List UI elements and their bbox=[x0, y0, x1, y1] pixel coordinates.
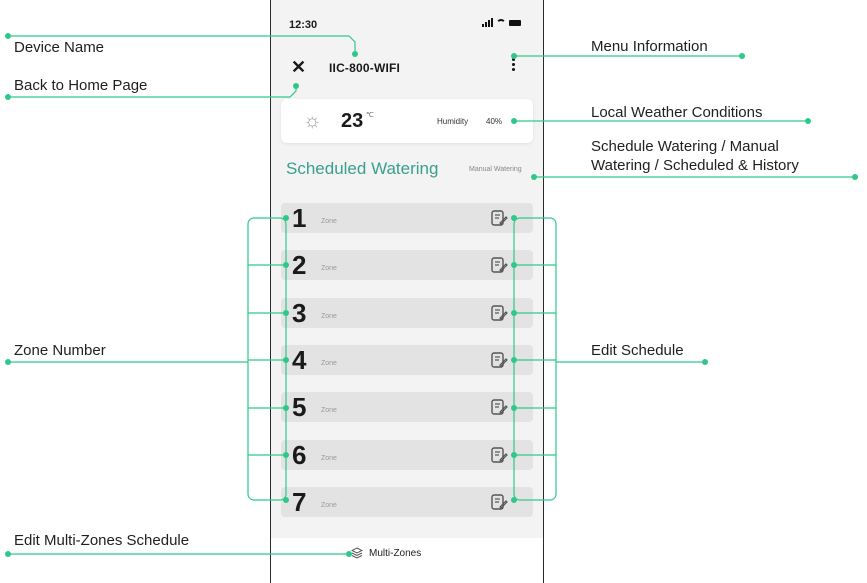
callout-zone-number: Zone Number bbox=[14, 342, 106, 359]
callout-tabs-line1: Schedule Watering / Manual bbox=[591, 138, 779, 155]
callout-weather: Local Weather Conditions bbox=[591, 104, 763, 121]
callout-tabs-line2: Watering / Scheduled & History bbox=[591, 157, 799, 174]
callout-edit-schedule: Edit Schedule bbox=[591, 342, 684, 359]
callout-multi-zone: Edit Multi-Zones Schedule bbox=[14, 532, 190, 549]
callout-device-name: Device Name bbox=[14, 39, 105, 56]
callout-back-home: Back to Home Page bbox=[14, 77, 148, 94]
callout-menu-info: Menu Information bbox=[591, 38, 708, 55]
